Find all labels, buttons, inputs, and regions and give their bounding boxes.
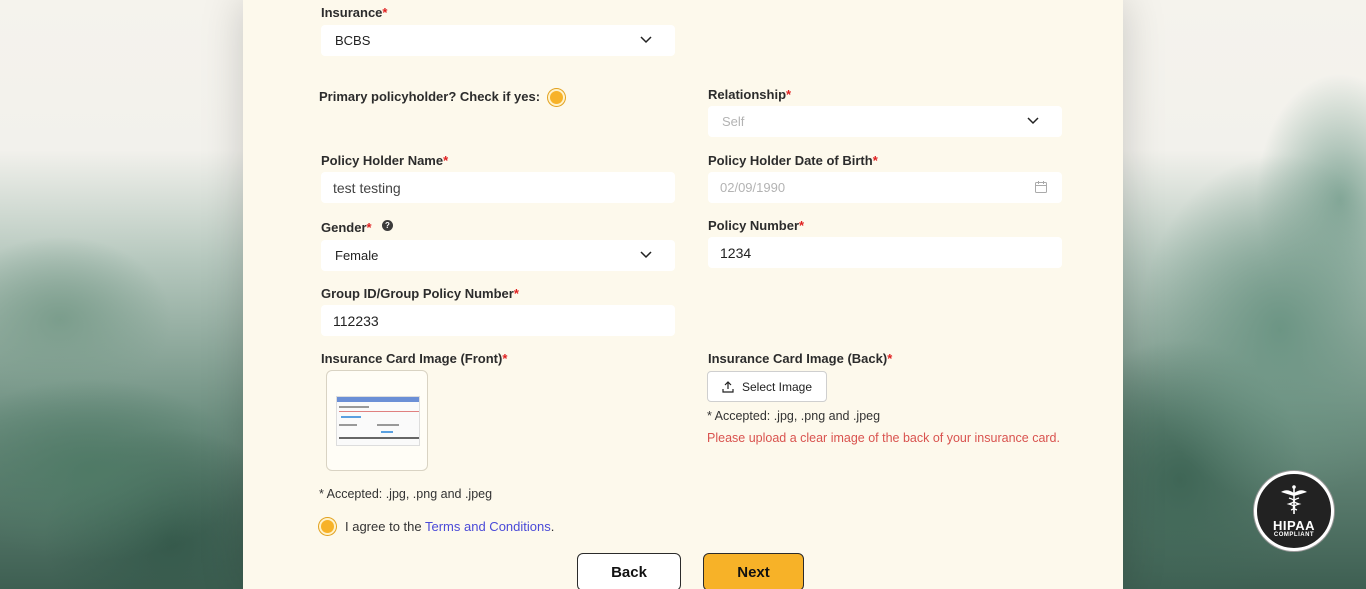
card-back-accepted-text: * Accepted: .jpg, .png and .jpeg bbox=[707, 409, 881, 423]
policy-holder-dob-label: Policy Holder Date of Birth* bbox=[708, 153, 878, 168]
group-id-label: Group ID/Group Policy Number* bbox=[321, 286, 519, 301]
insurance-value: BCBS bbox=[335, 33, 371, 48]
help-icon[interactable]: ? bbox=[382, 220, 393, 231]
policy-number-input[interactable]: 1234 bbox=[708, 237, 1062, 268]
caduceus-icon bbox=[1281, 485, 1307, 514]
relationship-select[interactable]: Self bbox=[708, 106, 1062, 137]
group-id-input[interactable]: 112233 bbox=[321, 305, 675, 336]
policy-holder-name-value: test testing bbox=[333, 179, 401, 196]
terms-suffix: . bbox=[550, 519, 555, 534]
insurance-select[interactable]: BCBS bbox=[321, 25, 675, 56]
chevron-down-icon bbox=[640, 36, 652, 44]
back-button[interactable]: Back bbox=[577, 553, 681, 589]
hipaa-subtitle: COMPLIANT bbox=[1273, 532, 1315, 538]
gender-label: Gender* bbox=[321, 220, 372, 235]
gender-value: Female bbox=[335, 248, 379, 263]
chevron-down-icon bbox=[1027, 117, 1039, 125]
policy-number-value: 1234 bbox=[720, 244, 752, 261]
primary-policyholder-label: Primary policyholder? Check if yes: bbox=[319, 89, 541, 104]
chevron-down-icon bbox=[640, 251, 652, 259]
card-front-thumbnail[interactable] bbox=[326, 370, 428, 471]
select-image-button[interactable]: Select Image bbox=[707, 371, 827, 402]
terms-link[interactable]: Terms and Conditions bbox=[425, 519, 551, 534]
card-front-accepted-text: * Accepted: .jpg, .png and .jpeg bbox=[319, 487, 493, 501]
policy-holder-dob-value: 02/09/1990 bbox=[720, 180, 786, 195]
terms-checkbox[interactable] bbox=[319, 518, 336, 535]
card-front-image bbox=[336, 396, 420, 446]
relationship-value: Self bbox=[722, 114, 745, 129]
card-front-label: Insurance Card Image (Front)* bbox=[321, 351, 508, 366]
policy-number-label: Policy Number* bbox=[708, 218, 805, 233]
terms-prefix: I agree to the bbox=[345, 519, 425, 534]
policy-holder-name-label: Policy Holder Name* bbox=[321, 153, 449, 168]
hipaa-title: HIPAA bbox=[1273, 518, 1315, 533]
hipaa-compliant-badge: HIPAA COMPLIANT bbox=[1254, 471, 1334, 551]
card-back-label: Insurance Card Image (Back)* bbox=[708, 351, 893, 366]
relationship-label: Relationship* bbox=[708, 87, 792, 102]
terms-text: I agree to the Terms and Conditions. bbox=[345, 519, 554, 534]
insurance-form-card: Insurance* BCBS Primary policyholder? Ch… bbox=[243, 0, 1123, 589]
policy-holder-dob-input[interactable]: 02/09/1990 bbox=[708, 172, 1062, 203]
insurance-label: Insurance* bbox=[321, 5, 388, 20]
primary-policyholder-checkbox[interactable] bbox=[548, 89, 565, 106]
next-button[interactable]: Next bbox=[703, 553, 804, 589]
card-back-error-message: Please upload a clear image of the back … bbox=[707, 431, 1060, 445]
select-image-label: Select Image bbox=[741, 379, 813, 394]
group-id-value: 112233 bbox=[333, 312, 379, 329]
policy-holder-name-input[interactable]: test testing bbox=[321, 172, 675, 203]
upload-icon bbox=[722, 380, 734, 393]
calendar-icon[interactable] bbox=[1034, 180, 1048, 194]
gender-select[interactable]: Female bbox=[321, 240, 675, 271]
